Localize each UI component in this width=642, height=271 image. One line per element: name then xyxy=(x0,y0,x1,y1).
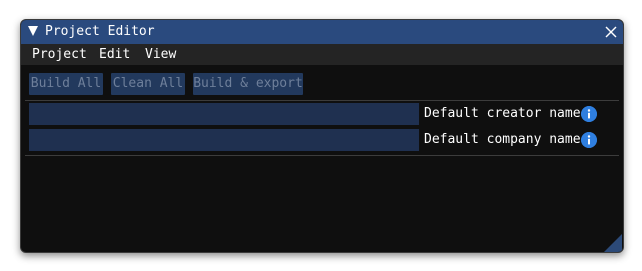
build-export-button[interactable]: Build & export xyxy=(193,73,303,95)
title-bar[interactable]: Project Editor xyxy=(21,20,623,44)
separator xyxy=(25,100,619,101)
default-company-name-input[interactable] xyxy=(29,129,419,151)
default-creator-name-label: Default creator name xyxy=(424,106,581,121)
info-icon[interactable] xyxy=(581,106,597,122)
collapse-triangle-icon[interactable] xyxy=(28,26,38,36)
default-creator-name-input[interactable] xyxy=(29,103,419,125)
menu-project[interactable]: Project xyxy=(32,44,87,65)
menu-edit[interactable]: Edit xyxy=(99,44,130,65)
resize-grip-icon[interactable] xyxy=(604,234,622,252)
project-editor-window: Project Editor Project Edit View Build A… xyxy=(20,19,624,253)
info-icon[interactable] xyxy=(581,132,597,148)
build-all-button[interactable]: Build All xyxy=(29,73,103,95)
default-company-name-label: Default company name xyxy=(424,132,581,147)
separator xyxy=(25,155,619,156)
window-title: Project Editor xyxy=(45,24,155,39)
menu-bar: Project Edit View xyxy=(21,44,623,65)
clean-all-button[interactable]: Clean All xyxy=(111,73,185,95)
close-icon[interactable] xyxy=(604,25,618,39)
menu-view[interactable]: View xyxy=(145,44,176,65)
